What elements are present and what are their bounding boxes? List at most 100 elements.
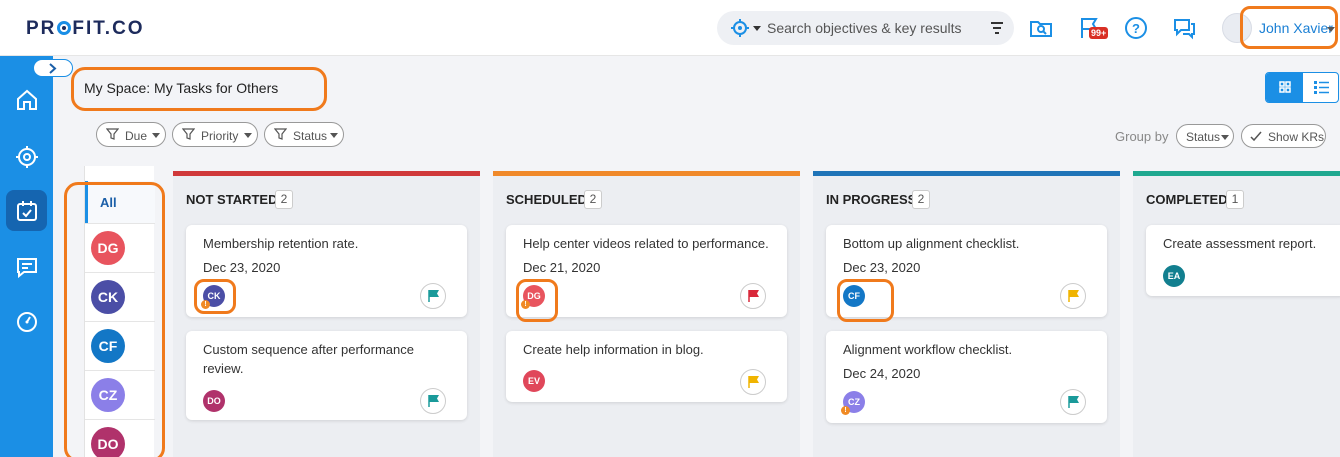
sidebar-item-messages[interactable] <box>6 246 47 287</box>
profit-co-logo[interactable]: PR FIT.CO <box>26 18 145 40</box>
filter-status-button[interactable]: Status <box>264 122 344 147</box>
filter-icon <box>274 128 287 140</box>
column-title: NOT STARTED <box>186 192 278 207</box>
priority-flag-button[interactable] <box>420 388 446 414</box>
flag-icon <box>428 290 439 302</box>
task-card[interactable]: Membership retention rate. Dec 23, 2020 … <box>186 225 467 317</box>
column-color-bar <box>493 171 800 176</box>
column-count: 2 <box>584 190 602 209</box>
grid-icon <box>1279 81 1291 93</box>
flag-icon <box>748 290 759 302</box>
avatar: CK <box>91 280 125 314</box>
task-due-date: Dec 23, 2020 <box>843 260 921 275</box>
column-title: SCHEDULED <box>506 192 587 207</box>
column-count: 2 <box>912 190 930 209</box>
column-color-bar <box>1133 171 1340 176</box>
avatar: DO <box>91 427 125 457</box>
search-bar <box>717 11 1014 45</box>
sidebar-expand-button[interactable] <box>33 59 73 77</box>
assignee-item[interactable]: DG <box>85 223 155 272</box>
sidebar-item-objectives[interactable] <box>6 136 47 177</box>
column-in-progress: IN PROGRESS 2 Bottom up alignment checkl… <box>813 171 1120 457</box>
filter-icon[interactable] <box>989 20 1005 36</box>
filter-due-button[interactable]: Due <box>96 122 166 147</box>
chat-icon[interactable] <box>1170 14 1198 42</box>
filter-priority-button[interactable]: Priority <box>172 122 258 147</box>
priority-flag-button[interactable] <box>740 283 766 309</box>
chevron-down-icon[interactable] <box>1327 27 1335 32</box>
column-scheduled: SCHEDULED 2 Help center videos related t… <box>493 171 800 457</box>
assignee-item[interactable]: DO <box>85 419 155 457</box>
left-sidebar <box>0 56 53 457</box>
calendar-check-icon <box>17 201 37 221</box>
folder-search-icon[interactable] <box>1027 14 1055 42</box>
group-by-label: Group by <box>1115 129 1169 144</box>
message-icon <box>17 258 37 279</box>
chevron-down-icon <box>1221 135 1229 140</box>
target-icon[interactable] <box>731 19 749 37</box>
user-avatar[interactable] <box>1222 13 1252 43</box>
avatar: DG <box>91 231 125 265</box>
filter-icon <box>106 128 119 140</box>
filter-icon <box>182 128 195 140</box>
task-title: Alignment workflow checklist. <box>843 342 1013 357</box>
column-count: 2 <box>275 190 293 209</box>
search-input[interactable] <box>767 19 977 37</box>
warning-icon: ! <box>841 406 850 415</box>
column-count: 1 <box>1226 190 1244 209</box>
task-title: Create assessment report. <box>1163 236 1317 251</box>
task-card[interactable]: Create assessment report. EA <box>1146 225 1340 296</box>
task-card[interactable]: Custom sequence after performance review… <box>186 331 467 420</box>
priority-flag-button[interactable] <box>1060 389 1086 415</box>
home-icon <box>17 89 37 110</box>
svg-text:?: ? <box>1132 21 1140 36</box>
user-menu[interactable]: John Xavier <box>1259 20 1333 36</box>
assignee-item[interactable]: CK <box>85 272 155 321</box>
task-due-date: Dec 21, 2020 <box>523 260 601 275</box>
task-card[interactable]: Alignment workflow checklist. Dec 24, 20… <box>826 331 1107 423</box>
group-by-status-select[interactable]: Status <box>1176 124 1234 148</box>
task-card[interactable]: Help center videos related to performanc… <box>506 225 787 317</box>
avatar[interactable]: DO <box>203 390 225 412</box>
task-title: Create help information in blog. <box>523 342 704 357</box>
task-card[interactable]: Bottom up alignment checklist. Dec 23, 2… <box>826 225 1107 317</box>
grid-view-button[interactable] <box>1266 73 1303 102</box>
column-completed: COMPLETED 1 Create assessment report. EA <box>1133 171 1340 457</box>
assignee-all-tab[interactable]: All <box>85 181 155 223</box>
sidebar-item-tasks[interactable] <box>6 190 47 231</box>
view-toggle <box>1265 72 1339 103</box>
assignee-item[interactable]: CZ <box>85 370 155 419</box>
priority-flag-button[interactable] <box>1060 283 1086 309</box>
task-title: Membership retention rate. <box>203 236 359 251</box>
sidebar-item-dashboard[interactable] <box>6 301 47 342</box>
column-not-started: NOT STARTED 2 Membership retention rate.… <box>173 171 480 457</box>
avatar[interactable]: EA <box>1163 265 1185 287</box>
priority-flag-button[interactable] <box>740 369 766 395</box>
chevron-right-icon <box>49 63 57 74</box>
sidebar-item-home[interactable] <box>6 79 47 120</box>
list-view-button[interactable] <box>1303 73 1338 102</box>
check-icon <box>1250 131 1262 142</box>
chevron-down-icon[interactable] <box>753 26 761 31</box>
column-title: IN PROGRESS <box>826 192 917 207</box>
warning-icon: ! <box>521 300 530 309</box>
task-card[interactable]: Create help information in blog. EV <box>506 331 787 402</box>
target-icon <box>16 146 38 168</box>
avatar[interactable]: EV <box>523 370 545 392</box>
flag-icon <box>1068 290 1079 302</box>
chevron-down-icon <box>152 133 160 138</box>
task-due-date: Dec 23, 2020 <box>203 260 281 275</box>
page-title: My Space: My Tasks for Others <box>84 80 279 96</box>
show-krs-button[interactable]: Show KRs <box>1241 124 1326 148</box>
column-title: COMPLETED <box>1146 192 1228 207</box>
task-title: Help center videos related to performanc… <box>523 236 769 251</box>
flag-icon <box>748 376 759 388</box>
notification-badge: 99+ <box>1089 27 1109 39</box>
column-color-bar <box>173 171 480 176</box>
assignee-item[interactable]: CF <box>85 321 155 370</box>
avatar[interactable]: CF <box>843 285 865 307</box>
column-color-bar <box>813 171 1120 176</box>
help-icon[interactable]: ? <box>1122 14 1150 42</box>
priority-flag-button[interactable] <box>420 283 446 309</box>
flag-icon <box>1068 396 1079 408</box>
